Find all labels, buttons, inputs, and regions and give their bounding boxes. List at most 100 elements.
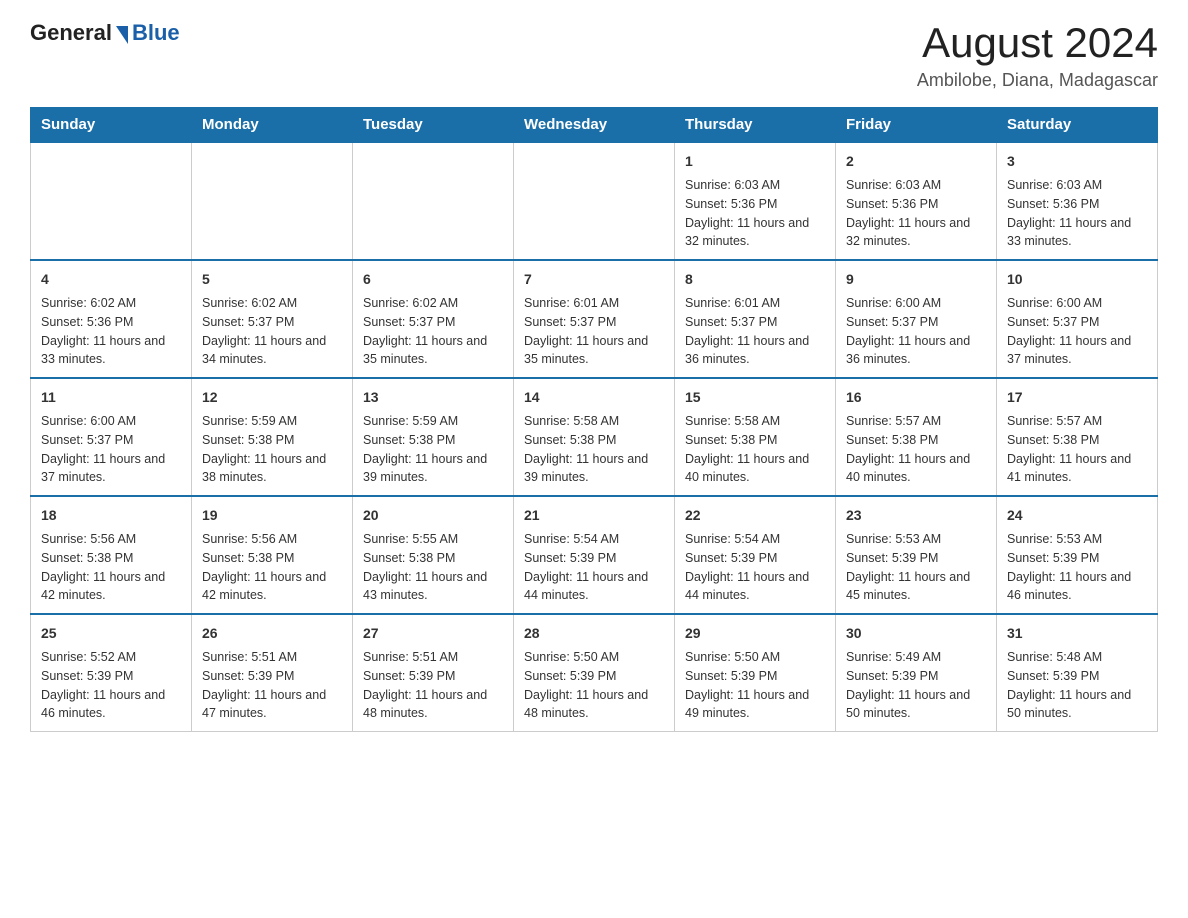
calendar-cell: 5Sunrise: 6:02 AMSunset: 5:37 PMDaylight… [192,260,353,378]
sunset-text: Sunset: 5:36 PM [846,197,938,211]
calendar-cell [31,142,192,260]
daylight-text: Daylight: 11 hours and 39 minutes. [524,452,648,485]
day-number: 15 [685,387,825,408]
sunset-text: Sunset: 5:38 PM [41,551,133,565]
daylight-text: Daylight: 11 hours and 33 minutes. [41,334,165,367]
sunset-text: Sunset: 5:37 PM [41,433,133,447]
day-number: 16 [846,387,986,408]
calendar-week-3: 11 Sunrise: 6:00 AM Sunset: 5:37 PM Dayligh… [31,378,1158,496]
calendar-cell: 24Sunrise: 5:53 AMSunset: 5:39 PMDayligh… [997,496,1158,614]
daylight-text: Daylight: 11 hours and 50 minutes. [846,688,970,721]
calendar-cell: 9Sunrise: 6:00 AMSunset: 5:37 PMDaylight… [836,260,997,378]
sunset-text: Sunset: 5:39 PM [363,669,455,683]
day-number: 24 [1007,505,1147,526]
calendar-table: SundayMondayTuesdayWednesdayThursdayFrid… [30,107,1158,732]
daylight-text: Daylight: 11 hours and 36 minutes. [846,334,970,367]
calendar-week-2: 4Sunrise: 6:02 AMSunset: 5:36 PMDaylight… [31,260,1158,378]
daylight-text: Daylight: 11 hours and 35 minutes. [363,334,487,367]
day-number: 9 [846,269,986,290]
sunset-text: Sunset: 5:38 PM [524,433,616,447]
column-header-sunday: Sunday [31,108,192,143]
sunrise-text: Sunrise: 6:00 AM [41,414,136,428]
sunrise-text: Sunrise: 5:59 AM [363,414,458,428]
sunrise-text: Sunrise: 6:03 AM [685,178,780,192]
daylight-text: Daylight: 11 hours and 32 minutes. [685,216,809,249]
sunrise-text: Sunrise: 6:00 AM [1007,296,1102,310]
column-header-tuesday: Tuesday [353,108,514,143]
daylight-text: Daylight: 11 hours and 34 minutes. [202,334,326,367]
day-number: 27 [363,623,503,644]
column-header-saturday: Saturday [997,108,1158,143]
sunrise-text: Sunrise: 5:57 AM [846,414,941,428]
sunrise-text: Sunrise: 6:01 AM [685,296,780,310]
day-number: 25 [41,623,181,644]
sunset-text: Sunset: 5:39 PM [846,551,938,565]
calendar-cell: 21Sunrise: 5:54 AMSunset: 5:39 PMDayligh… [514,496,675,614]
calendar-cell: 4Sunrise: 6:02 AMSunset: 5:36 PMDaylight… [31,260,192,378]
sunrise-text: Sunrise: 5:50 AM [524,650,619,664]
daylight-text: Daylight: 11 hours and 47 minutes. [202,688,326,721]
daylight-text: Daylight: 11 hours and 37 minutes. [41,452,165,485]
calendar-cell: 16Sunrise: 5:57 AMSunset: 5:38 PMDayligh… [836,378,997,496]
calendar-cell: 18Sunrise: 5:56 AMSunset: 5:38 PMDayligh… [31,496,192,614]
calendar-cell: 14Sunrise: 5:58 AMSunset: 5:38 PMDayligh… [514,378,675,496]
daylight-text: Daylight: 11 hours and 42 minutes. [202,570,326,603]
calendar-header-row: SundayMondayTuesdayWednesdayThursdayFrid… [31,108,1158,143]
logo: General Blue [30,20,180,46]
daylight-text: Daylight: 11 hours and 36 minutes. [685,334,809,367]
sunset-text: Sunset: 5:39 PM [41,669,133,683]
sunset-text: Sunset: 5:39 PM [685,669,777,683]
sunrise-text: Sunrise: 5:58 AM [685,414,780,428]
sunset-text: Sunset: 5:39 PM [524,551,616,565]
calendar-cell: 31Sunrise: 5:48 AMSunset: 5:39 PMDayligh… [997,614,1158,732]
day-number: 2 [846,151,986,172]
sunset-text: Sunset: 5:39 PM [1007,551,1099,565]
sunset-text: Sunset: 5:38 PM [363,551,455,565]
month-title: August 2024 [917,20,1158,66]
sunrise-text: Sunrise: 6:03 AM [1007,178,1102,192]
sunset-text: Sunset: 5:37 PM [685,315,777,329]
logo-general-text: General [30,20,112,46]
daylight-text: Daylight: 11 hours and 40 minutes. [685,452,809,485]
sunrise-text: Sunrise: 6:01 AM [524,296,619,310]
column-header-friday: Friday [836,108,997,143]
calendar-cell: 17Sunrise: 5:57 AMSunset: 5:38 PMDayligh… [997,378,1158,496]
day-number: 31 [1007,623,1147,644]
daylight-text: Daylight: 11 hours and 41 minutes. [1007,452,1131,485]
sunrise-text: Sunrise: 6:02 AM [363,296,458,310]
title-area: August 2024 Ambilobe, Diana, Madagascar [917,20,1158,91]
sunset-text: Sunset: 5:38 PM [202,433,294,447]
sunset-text: Sunset: 5:38 PM [1007,433,1099,447]
day-number: 19 [202,505,342,526]
day-number: 13 [363,387,503,408]
sunset-text: Sunset: 5:39 PM [846,669,938,683]
day-number: 3 [1007,151,1147,172]
day-number: 11 [41,387,181,408]
calendar-cell: 19Sunrise: 5:56 AMSunset: 5:38 PMDayligh… [192,496,353,614]
daylight-text: Daylight: 11 hours and 48 minutes. [524,688,648,721]
daylight-text: Daylight: 11 hours and 44 minutes. [685,570,809,603]
day-number: 1 [685,151,825,172]
sunrise-text: Sunrise: 5:50 AM [685,650,780,664]
daylight-text: Daylight: 11 hours and 43 minutes. [363,570,487,603]
sunrise-text: Sunrise: 5:53 AM [1007,532,1102,546]
daylight-text: Daylight: 11 hours and 46 minutes. [41,688,165,721]
sunrise-text: Sunrise: 5:54 AM [685,532,780,546]
sunset-text: Sunset: 5:38 PM [846,433,938,447]
sunrise-text: Sunrise: 5:58 AM [524,414,619,428]
sunset-text: Sunset: 5:37 PM [363,315,455,329]
sunset-text: Sunset: 5:37 PM [202,315,294,329]
column-header-wednesday: Wednesday [514,108,675,143]
daylight-text: Daylight: 11 hours and 37 minutes. [1007,334,1131,367]
calendar-cell: 11 Sunrise: 6:00 AM Sunset: 5:37 PM Dayligh… [31,378,192,496]
calendar-cell: 29Sunrise: 5:50 AMSunset: 5:39 PMDayligh… [675,614,836,732]
day-number: 7 [524,269,664,290]
day-number: 26 [202,623,342,644]
column-header-monday: Monday [192,108,353,143]
calendar-cell: 26Sunrise: 5:51 AMSunset: 5:39 PMDayligh… [192,614,353,732]
column-header-thursday: Thursday [675,108,836,143]
day-number: 17 [1007,387,1147,408]
sunrise-text: Sunrise: 5:48 AM [1007,650,1102,664]
calendar-cell: 10Sunrise: 6:00 AMSunset: 5:37 PMDayligh… [997,260,1158,378]
daylight-text: Daylight: 11 hours and 50 minutes. [1007,688,1131,721]
